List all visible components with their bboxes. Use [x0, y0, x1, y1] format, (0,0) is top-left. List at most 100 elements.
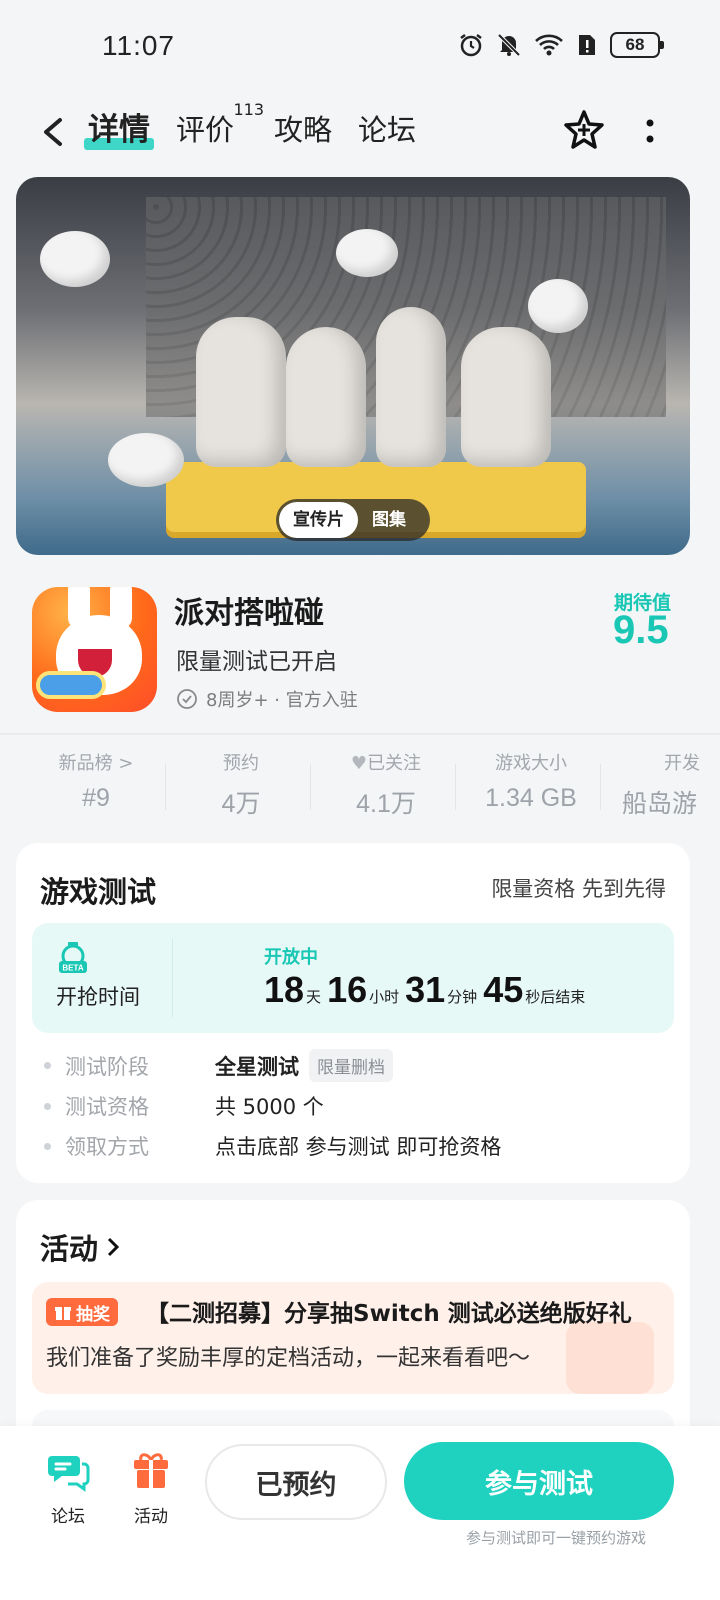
figure	[376, 307, 446, 467]
hours-value: 16	[327, 969, 368, 1010]
join-test-button[interactable]: 参与测试	[404, 1442, 674, 1520]
beta-timer-icon: BETA	[59, 942, 87, 973]
activity-label: 活动	[134, 1507, 168, 1527]
forum-icon	[48, 1456, 90, 1492]
promo-media[interactable]: 宣传片 图集	[16, 177, 690, 555]
days-value: 18	[264, 969, 305, 1010]
mute-icon	[497, 33, 521, 57]
figure	[336, 229, 398, 277]
hours-unit: 小时	[369, 988, 400, 1006]
app-subtitle: 限量测试已开启	[176, 649, 337, 675]
row-value: 全星测试	[215, 1054, 299, 1079]
back-icon[interactable]	[36, 112, 72, 152]
tab-guides[interactable]: 攻略	[274, 108, 332, 152]
verified-icon	[177, 689, 197, 709]
countdown-panel: BETA 开抢时间 开放中 18 天 16 小时 31 分钟 45 秒后结束	[32, 923, 674, 1033]
stat-label: 预约	[223, 753, 259, 774]
activity-title: 【二测招募】分享抽Switch 测试必送绝版好礼	[146, 1301, 632, 1327]
seconds-value: 45	[483, 969, 524, 1010]
figure	[286, 327, 366, 467]
heart-icon: ♥	[350, 753, 368, 774]
gift-icon	[55, 1307, 71, 1320]
stat-label: 游戏大小	[495, 753, 567, 774]
test-phase-row: 测试阶段 全星测试 限量删档	[44, 1049, 393, 1082]
seconds-unit: 秒后结束	[525, 988, 586, 1006]
app-meta-text: 8周岁+ · 官方入驻	[206, 690, 358, 711]
alarm-icon	[460, 34, 482, 57]
star-icon[interactable]	[562, 108, 606, 152]
card-title: 游戏测试	[40, 875, 157, 909]
tab-reviews-label: 评价	[176, 113, 235, 147]
media-switcher: 宣传片 图集	[276, 499, 430, 541]
row-value: 点击底部 参与测试 即可抢资格	[215, 1135, 502, 1159]
activity-header[interactable]: 活动	[40, 1226, 122, 1268]
stat-value: 4.1万	[356, 790, 416, 818]
tab-details[interactable]: 详情	[84, 108, 154, 152]
more-icon[interactable]	[640, 114, 660, 150]
forum-label: 论坛	[51, 1507, 85, 1527]
figure	[40, 231, 110, 287]
tab-reviews[interactable]: 评价 113	[176, 102, 264, 152]
battery-indicator: 68	[610, 32, 664, 58]
bottom-bar: 论坛 活动 已预约 参与测试 参与测试即可一键预约游戏	[0, 1426, 720, 1600]
figure	[528, 279, 588, 333]
join-hint: 参与测试即可一键预约游戏	[466, 1529, 647, 1547]
figure	[108, 433, 184, 487]
top-nav: 详情 评价 113 攻略 论坛	[0, 100, 720, 164]
tab-guides-label: 攻略	[274, 113, 333, 147]
stat-value: #9	[82, 784, 110, 812]
activity-button[interactable]: 活动	[121, 1448, 181, 1527]
activity-item[interactable]: 抽奖 【二测招募】分享抽Switch 测试必送绝版好礼 我们准备了奖励丰厚的定档…	[32, 1282, 674, 1394]
stat-followers[interactable]: ♥已关注 4.1万	[316, 750, 456, 820]
activity-desc: 我们准备了奖励丰厚的定档活动，一起来看看吧～	[46, 1346, 531, 1371]
sim-alert-icon	[579, 35, 595, 55]
app-meta: 8周岁+ · 官方入驻	[176, 686, 358, 712]
svg-text:BETA: BETA	[62, 964, 83, 973]
stat-size: 游戏大小 1.34 GB	[461, 750, 601, 813]
lottery-tag: 抽奖	[46, 1298, 118, 1326]
stat-value: 船岛游	[622, 790, 698, 818]
stat-value: 4万	[221, 790, 261, 818]
minutes-unit: 分钟	[447, 988, 478, 1006]
test-promo-text: 限量资格 先到先得	[491, 877, 666, 901]
figure	[461, 327, 551, 467]
status-time: 11:07	[102, 30, 175, 61]
countdown-timer: 18 天 16 小时 31 分钟 45 秒后结束	[264, 969, 589, 1011]
row-key: 领取方式	[65, 1135, 149, 1159]
game-test-card: 游戏测试 限量资格 先到先得 BETA 开抢时间 开放中 18 天 16 小时 …	[16, 843, 690, 1183]
row-value: 共 5000 个	[215, 1095, 324, 1119]
days-unit: 天	[306, 988, 322, 1006]
gift-icon	[134, 1453, 168, 1488]
stat-label: ♥已关注	[350, 753, 422, 774]
tab-trailer[interactable]: 宣传片	[279, 502, 358, 538]
tab-forum[interactable]: 论坛	[358, 108, 416, 152]
countdown-label: 开抢时间	[56, 985, 140, 1009]
minutes-value: 31	[405, 969, 446, 1010]
tab-forum-label: 论坛	[358, 113, 417, 147]
stat-value: 1.34 GB	[485, 784, 577, 812]
status-icons: 68	[458, 32, 664, 58]
card-title: 活动	[40, 1232, 99, 1266]
status-bar: 11:07 68	[0, 0, 720, 96]
expect-value: 9.5	[613, 608, 669, 652]
row-key: 测试阶段	[65, 1054, 149, 1079]
app-icon	[32, 587, 157, 712]
test-badge: 限量删档	[309, 1049, 393, 1082]
stat-reservations: 预约 4万	[171, 750, 311, 820]
test-method-row: 领取方式 点击底部 参与测试 即可抢资格	[44, 1131, 501, 1161]
forum-button[interactable]: 论坛	[38, 1448, 98, 1527]
tab-gallery[interactable]: 图集	[358, 502, 420, 538]
stat-developer[interactable]: 开发 船岛游	[606, 750, 720, 820]
wifi-icon	[535, 34, 563, 56]
tag-label: 抽奖	[76, 1304, 110, 1325]
tab-details-label: 详情	[88, 112, 150, 148]
reserved-button[interactable]: 已预约	[205, 1444, 387, 1520]
stat-rank[interactable]: 新品榜 > #9	[26, 750, 166, 813]
activity-card: 活动 抽奖 【二测招募】分享抽Switch 测试必送绝版好礼 我们准备了奖励丰厚…	[16, 1200, 690, 1470]
stat-label: 开发	[664, 753, 700, 774]
review-count: 113	[233, 100, 265, 119]
divider	[0, 733, 720, 735]
figure	[196, 317, 286, 467]
test-status: 开放中	[264, 947, 318, 968]
chevron-right-icon	[107, 1237, 120, 1257]
